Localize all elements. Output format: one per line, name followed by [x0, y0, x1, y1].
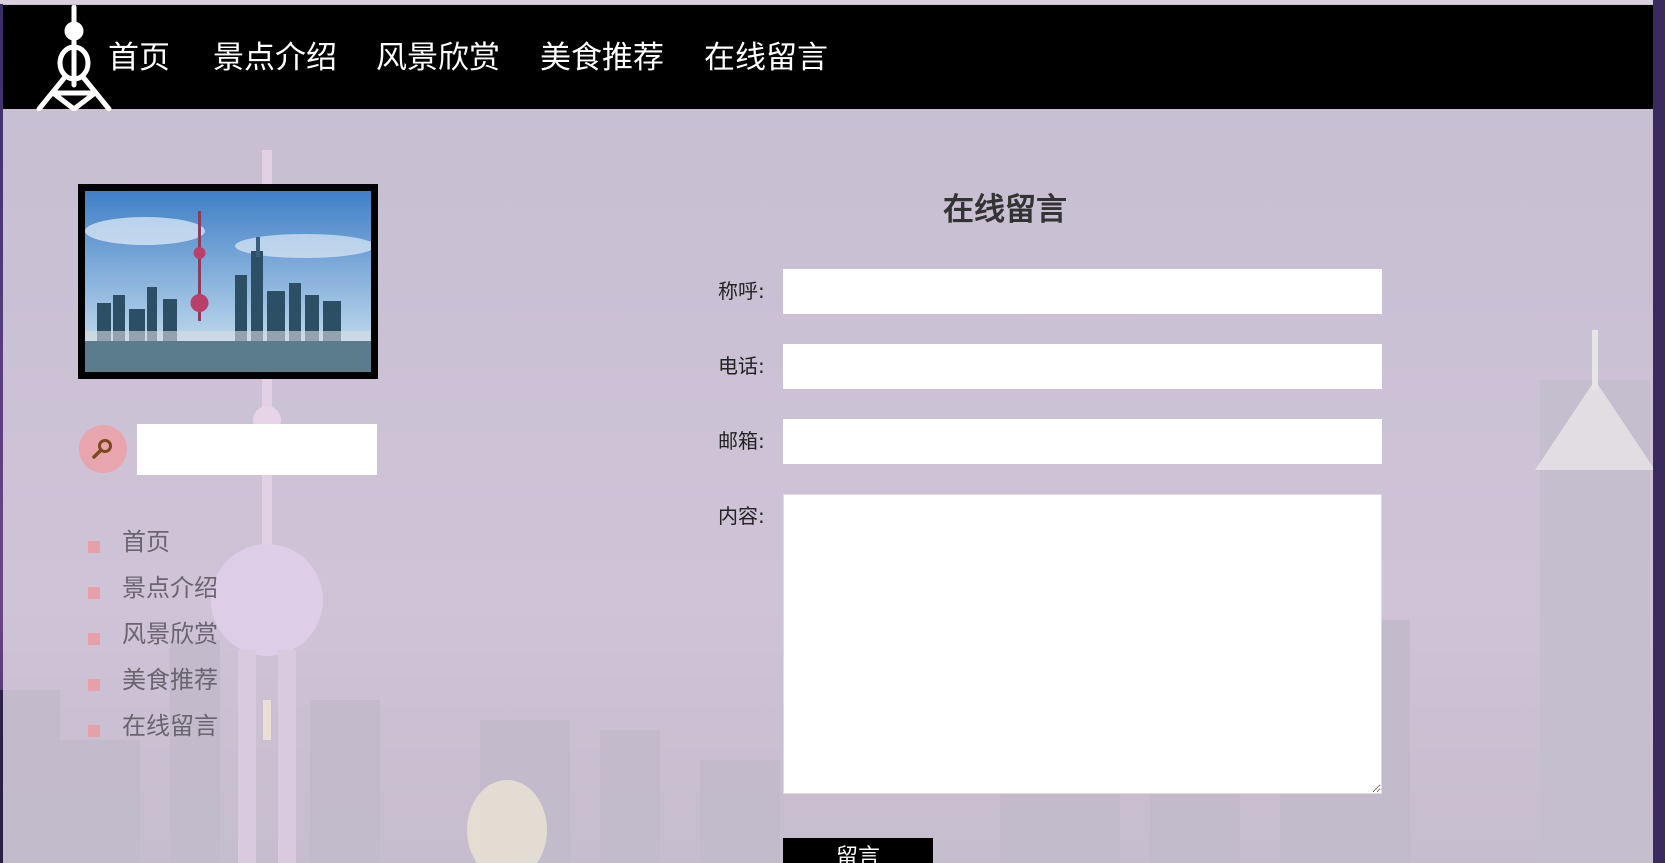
- sidebar-item-label: 首页: [122, 528, 170, 556]
- top-navbar: 首页 景点介绍 风景欣赏 美食推荐 在线留言: [3, 5, 1653, 111]
- name-label: 称呼:: [718, 279, 765, 303]
- square-bullet-icon: [88, 587, 100, 599]
- nav-item-attractions[interactable]: 景点介绍: [213, 38, 337, 78]
- square-bullet-icon: [88, 541, 100, 553]
- search-input[interactable]: [137, 424, 377, 475]
- phone-field[interactable]: [783, 344, 1382, 389]
- sidebar-item-label: 风景欣赏: [122, 620, 218, 648]
- form-title: 在线留言: [943, 192, 1067, 228]
- square-bullet-icon: [88, 725, 100, 737]
- tower-logo-icon[interactable]: [31, 5, 117, 111]
- scrollbar-gutter: [1653, 0, 1665, 863]
- sidebar-item-label: 在线留言: [122, 712, 218, 740]
- submit-message-button[interactable]: 留言: [783, 838, 933, 863]
- phone-label: 电话:: [718, 354, 765, 378]
- nav-item-guestbook[interactable]: 在线留言: [704, 38, 828, 78]
- content-textarea[interactable]: [783, 494, 1382, 794]
- skyline-photo: [78, 184, 378, 379]
- sidebar-item-label: 美食推荐: [122, 666, 218, 694]
- square-bullet-icon: [88, 633, 100, 645]
- email-field[interactable]: [783, 419, 1382, 464]
- square-bullet-icon: [88, 679, 100, 691]
- name-field[interactable]: [783, 269, 1382, 314]
- sidebar-item-label: 景点介绍: [122, 574, 218, 602]
- content-label: 内容:: [718, 504, 765, 528]
- nav-item-scenery[interactable]: 风景欣赏: [376, 38, 500, 78]
- email-label: 邮箱:: [718, 429, 765, 453]
- nav-item-home[interactable]: 首页: [108, 38, 170, 78]
- search-button[interactable]: [79, 425, 127, 473]
- search-icon: [92, 439, 112, 459]
- nav-item-food[interactable]: 美食推荐: [540, 38, 664, 78]
